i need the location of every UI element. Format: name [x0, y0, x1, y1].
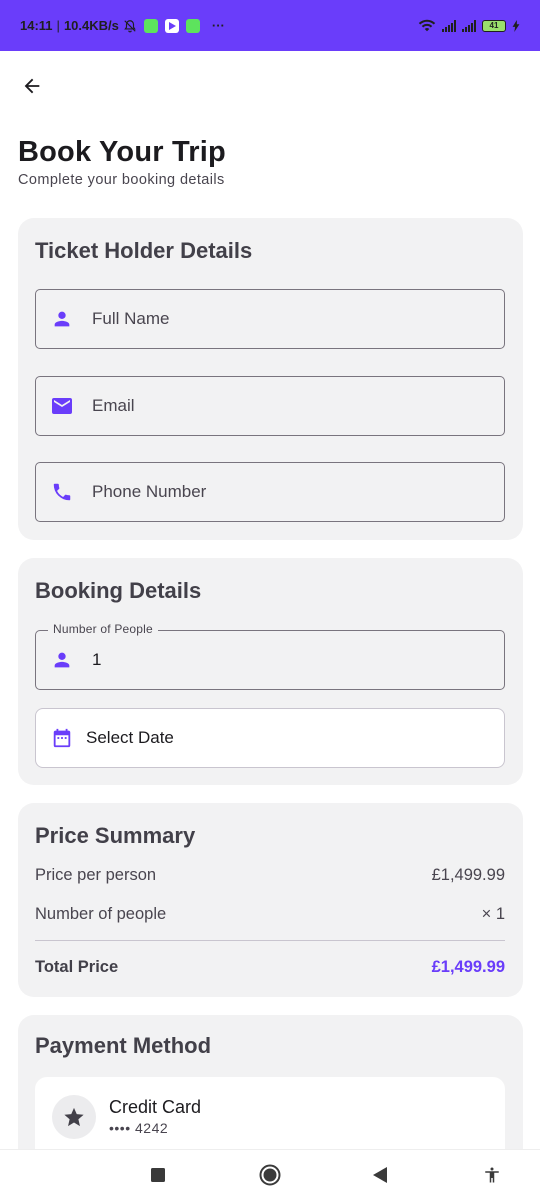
recents-button[interactable] [145, 1162, 171, 1188]
recents-square-icon [151, 1168, 165, 1182]
status-bar: 14:11 | 10.4KB/s ··· 41 [0, 0, 540, 51]
booking-details-card: Booking Details Number of People 1 Selec… [18, 558, 523, 785]
email-field[interactable]: Email [35, 376, 505, 436]
play-icon [164, 18, 179, 33]
charging-icon [512, 19, 520, 32]
ticket-holder-title: Ticket Holder Details [35, 238, 253, 263]
wifi-icon [418, 19, 436, 31]
number-of-people-row: Number of people × 1 [35, 905, 505, 924]
full-name-field[interactable]: Full Name [35, 289, 505, 349]
total-price-row: Total Price £1,499.99 [35, 958, 505, 977]
price-per-person-row: Price per person £1,499.99 [35, 866, 505, 885]
status-separator: | [56, 18, 60, 33]
payment-method-card: Payment Method Credit Card •••• 4242 [18, 1015, 523, 1149]
accessibility-icon [485, 1167, 499, 1183]
back-button[interactable] [18, 72, 46, 100]
star-icon [64, 1107, 84, 1127]
price-summary-title: Price Summary [35, 823, 196, 848]
email-placeholder: Email [92, 396, 135, 415]
person-icon [50, 307, 74, 331]
ticket-holder-card: Ticket Holder Details Full Name Email Ph… [18, 218, 523, 540]
status-time: 14:11 [20, 18, 53, 33]
phone-icon [50, 480, 74, 504]
calendar-icon [50, 726, 74, 750]
number-of-people-field[interactable]: Number of People 1 [35, 622, 505, 690]
email-icon [50, 394, 74, 418]
page-title: Book Your Trip [18, 136, 226, 168]
select-date-label: Select Date [86, 728, 174, 747]
full-name-placeholder: Full Name [92, 309, 170, 328]
payment-option-credit-card[interactable]: Credit Card •••• 4242 [35, 1077, 505, 1149]
payment-method-title: Payment Method [35, 1033, 212, 1058]
app-notification-icon [143, 18, 158, 33]
status-left: 14:11 | 10.4KB/s ··· [20, 18, 225, 33]
number-of-people-value: 1 [92, 650, 102, 669]
home-button[interactable] [257, 1162, 283, 1188]
total-price-value: £1,499.99 [431, 958, 505, 976]
phone-placeholder: Phone Number [92, 482, 207, 501]
select-date-button[interactable]: Select Date [35, 708, 505, 768]
number-of-people-summary-value: × 1 [481, 905, 505, 923]
price-per-person-label: Price per person [35, 866, 157, 884]
payment-method-name: Credit Card [109, 1097, 202, 1117]
price-summary-card: Price Summary Price per person £1,499.99… [18, 803, 523, 997]
payment-icon-container [52, 1095, 96, 1139]
page-heading: Book Your Trip Complete your booking det… [18, 136, 226, 188]
app-notification-icon [185, 18, 200, 33]
app-bar [0, 51, 540, 121]
arrow-back-icon [24, 78, 40, 94]
overflow-icon: ··· [211, 18, 225, 33]
back-triangle-icon [373, 1167, 387, 1183]
status-speed: 10.4KB/s [63, 18, 119, 33]
back-nav-button[interactable] [367, 1162, 393, 1188]
signal-icon [442, 19, 456, 32]
price-divider [35, 940, 505, 941]
page-subtitle: Complete your booking details [18, 172, 225, 188]
number-of-people-label: Number of People [48, 622, 158, 636]
battery-icon: 41 [482, 19, 506, 32]
accessibility-button[interactable] [479, 1162, 505, 1188]
number-of-people-summary-label: Number of people [35, 905, 167, 923]
phone-field[interactable]: Phone Number [35, 462, 505, 522]
system-nav-bar [0, 1149, 540, 1200]
booking-details-title: Booking Details [35, 578, 202, 603]
person-icon [50, 648, 74, 672]
payment-method-detail: •••• 4242 [109, 1120, 169, 1136]
total-price-label: Total Price [35, 958, 119, 976]
mute-icon [124, 19, 136, 32]
status-right: 41 [418, 19, 520, 33]
price-per-person-value: £1,499.99 [431, 866, 505, 884]
home-circle-icon [259, 1164, 281, 1186]
signal-icon [462, 19, 476, 32]
